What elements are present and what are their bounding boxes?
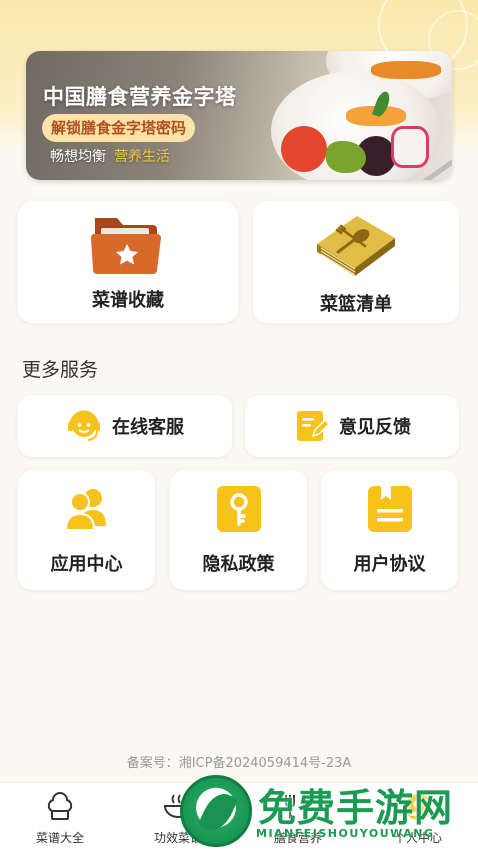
basket-list-label: 菜篮清单 bbox=[320, 294, 392, 315]
nutrition-icon bbox=[282, 791, 314, 823]
banner-food-image bbox=[281, 126, 327, 172]
feedback-edit-icon bbox=[293, 408, 331, 444]
document-bookmark-icon bbox=[365, 484, 415, 534]
folder-star-icon bbox=[90, 212, 165, 276]
user-agreement-label: 用户协议 bbox=[353, 554, 426, 575]
key-icon bbox=[214, 484, 264, 534]
recipe-favorites-card[interactable]: 菜谱收藏 bbox=[18, 201, 238, 323]
headset-icon bbox=[66, 408, 102, 444]
user-agreement-button[interactable]: 用户协议 bbox=[321, 470, 458, 590]
tab-label: 功效菜谱 bbox=[153, 831, 202, 845]
tab-label: 个人中心 bbox=[393, 831, 442, 845]
feedback-label: 意见反馈 bbox=[339, 417, 411, 438]
privacy-policy-label: 隐私政策 bbox=[202, 554, 275, 575]
privacy-policy-button[interactable]: 隐私政策 bbox=[170, 470, 307, 590]
banner-subtitle: 畅想均衡 营养生活 bbox=[50, 146, 170, 166]
banner-subtitle-highlight: 营养生活 bbox=[114, 149, 170, 165]
tab-label: 菜谱大全 bbox=[35, 831, 84, 845]
basket-list-card[interactable]: 菜篮清单 bbox=[253, 201, 459, 323]
online-service-button[interactable]: 在线客服 bbox=[18, 395, 232, 457]
banner-subtitle-plain: 畅想均衡 bbox=[50, 149, 106, 165]
tab-functional-recipes[interactable]: 功效菜谱 bbox=[130, 783, 226, 850]
tab-recipes[interactable]: 菜谱大全 bbox=[12, 783, 108, 850]
users-icon bbox=[62, 484, 112, 534]
banner-food-image bbox=[326, 141, 366, 173]
banner-tag: 解锁膳食金字塔密码 bbox=[42, 114, 196, 142]
bottom-tab-bar: 菜谱大全 功效菜谱 膳食营养 个人中心 bbox=[0, 782, 478, 850]
banner-title: 中国膳食营养金字塔 bbox=[43, 85, 237, 109]
banner-food-image bbox=[371, 61, 441, 79]
banner-food-image bbox=[391, 126, 429, 168]
icp-record-text: 备案号：湘ICP备2024059414号-23A bbox=[126, 756, 352, 771]
user-icon bbox=[402, 791, 434, 823]
tab-nutrition[interactable]: 膳食营养 bbox=[250, 783, 346, 850]
tab-profile[interactable]: 个人中心 bbox=[370, 783, 466, 850]
app-center-button[interactable]: 应用中心 bbox=[18, 470, 155, 590]
tab-label: 膳食营养 bbox=[273, 831, 322, 845]
feedback-button[interactable]: 意见反馈 bbox=[245, 395, 459, 457]
more-services-heading: 更多服务 bbox=[22, 359, 99, 381]
app-center-label: 应用中心 bbox=[50, 554, 123, 575]
bowl-icon bbox=[162, 791, 194, 823]
online-service-label: 在线客服 bbox=[112, 417, 184, 438]
nutrition-pyramid-banner[interactable]: 中国膳食营养金字塔 解锁膳食金字塔密码 畅想均衡 营养生活 bbox=[26, 51, 452, 180]
cookbook-icon bbox=[313, 210, 399, 280]
recipe-favorites-label: 菜谱收藏 bbox=[92, 290, 164, 311]
chef-hat-icon bbox=[44, 791, 76, 823]
